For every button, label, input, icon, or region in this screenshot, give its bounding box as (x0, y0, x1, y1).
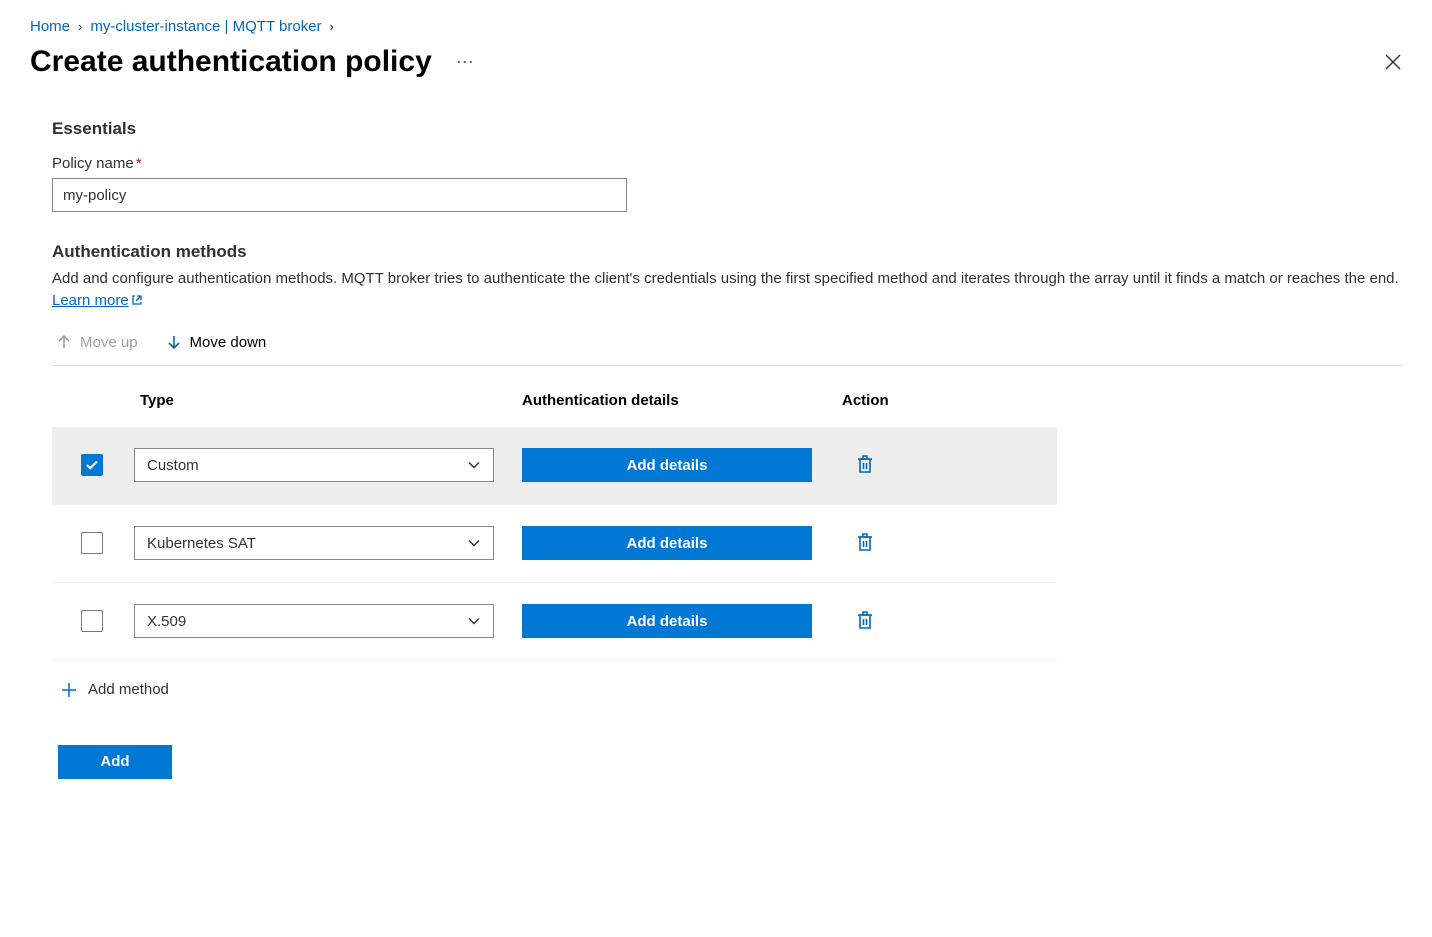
external-link-icon (131, 294, 143, 306)
delete-icon[interactable] (854, 609, 876, 631)
table-row: Custom Add details (52, 427, 1057, 505)
auth-methods-description: Add and configure authentication methods… (52, 268, 1402, 312)
chevron-down-icon (467, 614, 481, 628)
move-down-button[interactable]: Move down (166, 334, 267, 351)
row-checkbox[interactable] (81, 454, 103, 476)
table-row: X.509 Add details (52, 583, 1057, 661)
type-select[interactable]: Custom (134, 448, 494, 482)
auth-methods-heading: Authentication methods (52, 242, 1402, 262)
delete-icon[interactable] (854, 531, 876, 553)
breadcrumb-cluster[interactable]: my-cluster-instance | MQTT broker (90, 18, 321, 35)
add-details-button[interactable]: Add details (522, 448, 812, 482)
policy-name-input[interactable] (52, 178, 627, 212)
breadcrumb: Home › my-cluster-instance | MQTT broker… (30, 18, 1402, 35)
delete-icon[interactable] (854, 453, 876, 475)
col-header-type: Type (132, 392, 522, 409)
arrow-up-icon (56, 334, 72, 350)
chevron-down-icon (467, 458, 481, 472)
chevron-down-icon (467, 536, 481, 550)
check-icon (85, 458, 99, 472)
row-checkbox[interactable] (81, 532, 103, 554)
arrow-down-icon (166, 334, 182, 350)
more-actions-icon[interactable]: ⋯ (452, 48, 480, 77)
learn-more-link[interactable]: Learn more (52, 292, 143, 309)
row-checkbox[interactable] (81, 610, 103, 632)
breadcrumb-home[interactable]: Home (30, 18, 70, 35)
type-select[interactable]: X.509 (134, 604, 494, 638)
add-button[interactable]: Add (58, 745, 172, 779)
auth-methods-table: Type Authentication details Action Custo… (52, 366, 1057, 661)
page-title: Create authentication policy (30, 45, 432, 79)
add-details-button[interactable]: Add details (522, 604, 812, 638)
close-icon[interactable] (1384, 53, 1402, 71)
col-header-action: Action (842, 392, 1057, 409)
add-method-button[interactable]: Add method (52, 661, 169, 699)
plus-icon (60, 681, 78, 699)
essentials-heading: Essentials (52, 119, 1402, 139)
col-header-details: Authentication details (522, 392, 842, 409)
add-details-button[interactable]: Add details (522, 526, 812, 560)
table-row: Kubernetes SAT Add details (52, 505, 1057, 583)
policy-name-label: Policy name* (52, 155, 1402, 172)
move-up-button[interactable]: Move up (56, 334, 138, 351)
type-select[interactable]: Kubernetes SAT (134, 526, 494, 560)
breadcrumb-sep: › (330, 19, 334, 34)
breadcrumb-sep: › (78, 19, 82, 34)
